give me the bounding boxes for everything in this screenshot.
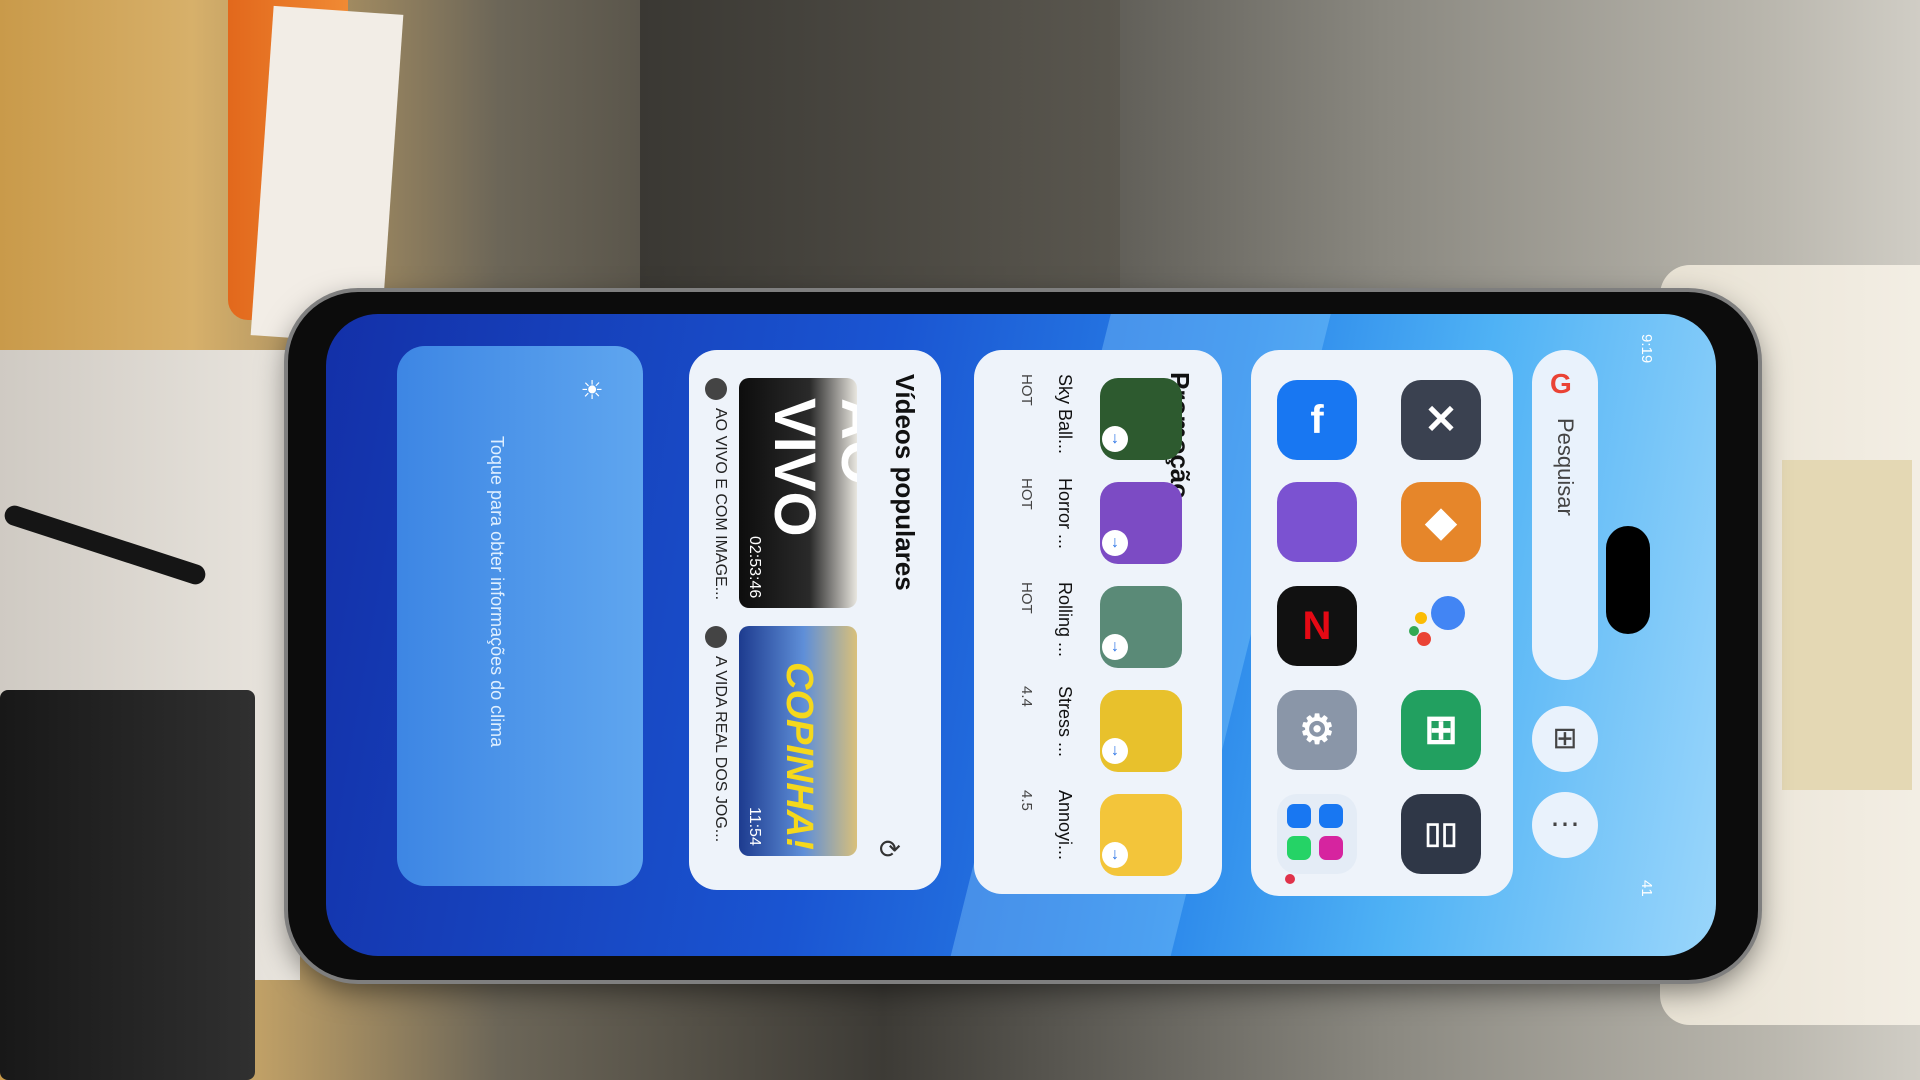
promo-widget: Promoção ↓ Sky Ball... HOT ↓ Horror ... …: [974, 350, 1222, 894]
promo-name: Stress ...: [1055, 686, 1075, 758]
close-label: ✕: [1424, 398, 1458, 442]
promo-item[interactable]: ↓ Annoyi... 4.5: [992, 782, 1182, 886]
camera-cutout: [1606, 526, 1650, 634]
popular-videos-widget: Vídeos populares AO VIVO E COM IMAGE... …: [689, 350, 941, 890]
mini-app-icon: [1287, 804, 1311, 828]
download-icon[interactable]: ↓: [1102, 738, 1128, 764]
rating-badge: 4.5: [1018, 790, 1035, 811]
promo-name: Horror ...: [1055, 478, 1075, 550]
search-bar[interactable]: G Pesquisar: [1532, 350, 1598, 680]
search-placeholder: Pesquisar: [1553, 418, 1578, 516]
refresh-icon[interactable]: ⟳: [879, 834, 901, 865]
videos-title: Vídeos populares: [890, 374, 920, 591]
facebook-label: f: [1310, 398, 1324, 442]
promo-name: Sky Ball...: [1055, 374, 1075, 455]
status-time: 9:19: [1638, 334, 1655, 364]
promo-item[interactable]: ↓ Stress ... 4.4: [992, 678, 1182, 782]
assistant-icon[interactable]: [1401, 586, 1481, 666]
eraser-label: ◆: [1425, 500, 1457, 544]
video-badge: AO VIVO: [762, 398, 857, 537]
assistant-dot-blue: [1431, 596, 1465, 630]
more-button[interactable]: ⋯: [1532, 792, 1598, 858]
hot-badge: HOT: [1018, 374, 1035, 406]
bubble-game-icon[interactable]: [1277, 482, 1357, 562]
video-caption[interactable]: AO VIVO E COM IMAGE...: [705, 408, 729, 638]
add-app-label: ⊞: [1424, 708, 1458, 752]
dark-mount: [0, 690, 255, 1080]
channel-avatar: [705, 626, 727, 648]
download-icon[interactable]: ↓: [1102, 842, 1128, 868]
video-badge: COPINHA!: [778, 662, 820, 850]
video-thumbnail[interactable]: COPINHA! 11:54: [739, 626, 857, 856]
battery-icon: 41: [1638, 880, 1655, 897]
hot-badge: HOT: [1018, 582, 1035, 614]
home-screen: ☀︎ Toque para obter informações do clima…: [326, 314, 1716, 956]
promo-name: Annoyi...: [1055, 790, 1075, 861]
download-icon[interactable]: ↓: [1102, 426, 1128, 452]
video-thumbnail[interactable]: AO VIVO 02:53:46: [739, 378, 857, 608]
weather-icon: ☀︎: [578, 376, 608, 406]
video-duration: 11:54: [746, 807, 763, 846]
close-icon[interactable]: ✕: [1401, 380, 1481, 460]
split-screen-label: ▯▯: [1424, 817, 1458, 850]
netflix-label: N: [1302, 604, 1332, 648]
promo-item[interactable]: ↓ Sky Ball... HOT: [992, 366, 1182, 470]
mini-app-icon: [1287, 836, 1311, 860]
widgets-button[interactable]: ⊞: [1532, 706, 1598, 772]
settings-label: ⚙: [1299, 708, 1335, 752]
assistant-dot-green: [1409, 626, 1419, 636]
download-icon[interactable]: ↓: [1102, 634, 1128, 660]
add-app-icon[interactable]: ⊞: [1401, 690, 1481, 770]
settings-icon[interactable]: ⚙: [1277, 690, 1357, 770]
channel-avatar: [705, 378, 727, 400]
apps-panel: f N ⚙ ✕ ◆ ⊞ ▯▯: [1251, 350, 1513, 896]
label-sticker: [1782, 460, 1912, 790]
rating-badge: 4.4: [1018, 686, 1035, 707]
weather-message: Toque para obter informações do clima: [487, 436, 507, 748]
mini-app-icon: [1319, 804, 1343, 828]
hot-badge: HOT: [1018, 478, 1035, 510]
weather-widget[interactable]: ☀︎ Toque para obter informações do clima: [397, 346, 643, 886]
video-caption[interactable]: A VIDA REAL DOS JOG...: [705, 656, 729, 886]
app-folder[interactable]: [1277, 794, 1357, 874]
google-icon: G: [1550, 368, 1572, 399]
folder-icon: [1287, 804, 1347, 864]
netflix-icon[interactable]: N: [1277, 586, 1357, 666]
video-duration: 02:53:46: [746, 535, 763, 598]
split-screen-icon[interactable]: ▯▯: [1401, 794, 1481, 874]
download-icon[interactable]: ↓: [1102, 530, 1128, 556]
assistant-dot-red: [1417, 632, 1431, 646]
promo-name: Rolling ...: [1055, 582, 1075, 658]
promo-item[interactable]: ↓ Horror ... HOT: [992, 470, 1182, 574]
eraser-icon[interactable]: ◆: [1401, 482, 1481, 562]
notification-dot: [1285, 874, 1295, 884]
mini-app-icon: [1319, 836, 1343, 860]
facebook-icon[interactable]: f: [1277, 380, 1357, 460]
background-stand: [640, 0, 1120, 300]
phone-device: ☀︎ Toque para obter informações do clima…: [288, 292, 1758, 980]
promo-item[interactable]: ↓ Rolling ... HOT: [992, 574, 1182, 678]
assistant-dot-yellow: [1415, 612, 1427, 624]
